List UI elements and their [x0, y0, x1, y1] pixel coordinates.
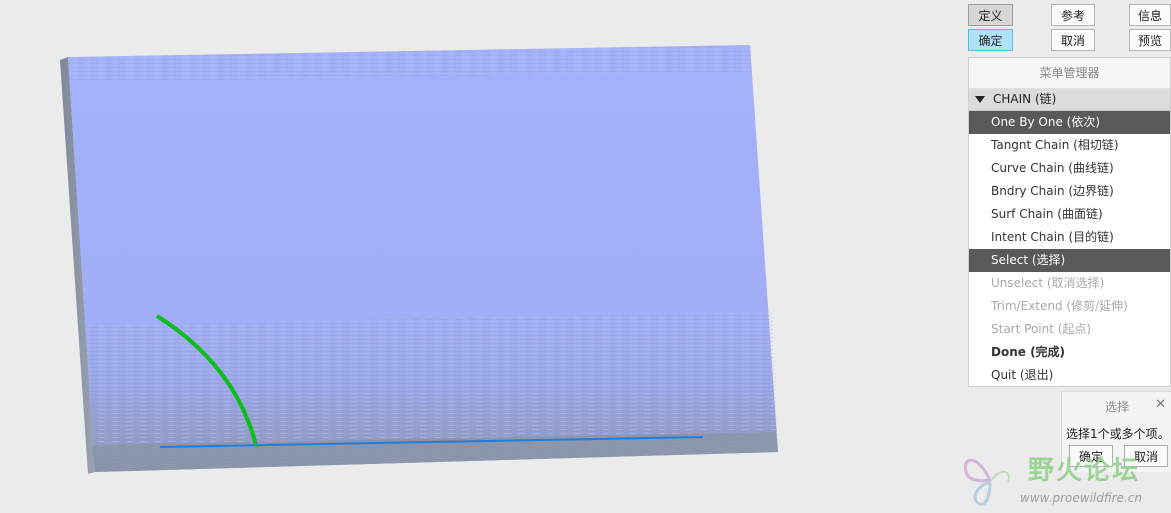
cancel-button[interactable]: 取消 [1051, 29, 1095, 51]
menu-item[interactable]: Quit (退出) [969, 364, 1170, 387]
info-button[interactable]: 信息 [1129, 4, 1171, 26]
collapse-triangle-icon[interactable] [975, 96, 985, 103]
preview-button[interactable]: 预览 [1129, 29, 1171, 51]
define-button[interactable]: 定义 [968, 4, 1013, 26]
menu-header-label: CHAIN (链) [993, 92, 1057, 106]
butterfly-logo-icon [963, 458, 1010, 506]
menu-item[interactable]: Intent Chain (目的链) [969, 226, 1170, 249]
watermark: 野火论坛 www.proewildfire.cn [958, 444, 1171, 513]
menu-manager: 菜单管理器 CHAIN (链) One By One (依次) Tangnt Ch… [968, 57, 1171, 387]
menu-item[interactable]: Curve Chain (曲线链) [969, 157, 1170, 180]
menu-item[interactable]: Select (选择) [969, 249, 1170, 272]
menu-item[interactable]: Done (完成) [969, 341, 1170, 364]
menu-item[interactable]: Surf Chain (曲面链) [969, 203, 1170, 226]
close-icon[interactable]: ✕ [1155, 397, 1166, 412]
watermark-name: 野火论坛 [1028, 456, 1141, 486]
watermark-url: www.proewildfire.cn [1020, 491, 1142, 505]
menu-item: Start Point (起点) [991, 322, 1092, 336]
ok-button[interactable]: 确定 [968, 29, 1013, 51]
select-dialog-message: 选择1个或多个项。 [1066, 427, 1170, 441]
menu-item[interactable]: Tangnt Chain (相切链) [969, 134, 1170, 157]
menu-item[interactable]: Bndry Chain (边界链) [969, 180, 1170, 203]
graphics-viewport[interactable] [0, 0, 965, 513]
reference-button[interactable]: 参考 [1051, 4, 1095, 26]
menu-manager-title: 菜单管理器 [969, 58, 1170, 89]
menu-item: Trim/Extend (修剪/延伸) [991, 299, 1128, 313]
menu-item[interactable]: One By One (依次) [969, 111, 1170, 134]
menu-item-list: One By One (依次) Tangnt Chain (相切链) Curve C… [969, 111, 1170, 387]
menu-item: Unselect (取消选择) [991, 276, 1105, 290]
menu-header-chain[interactable]: CHAIN (链) [969, 89, 1170, 111]
